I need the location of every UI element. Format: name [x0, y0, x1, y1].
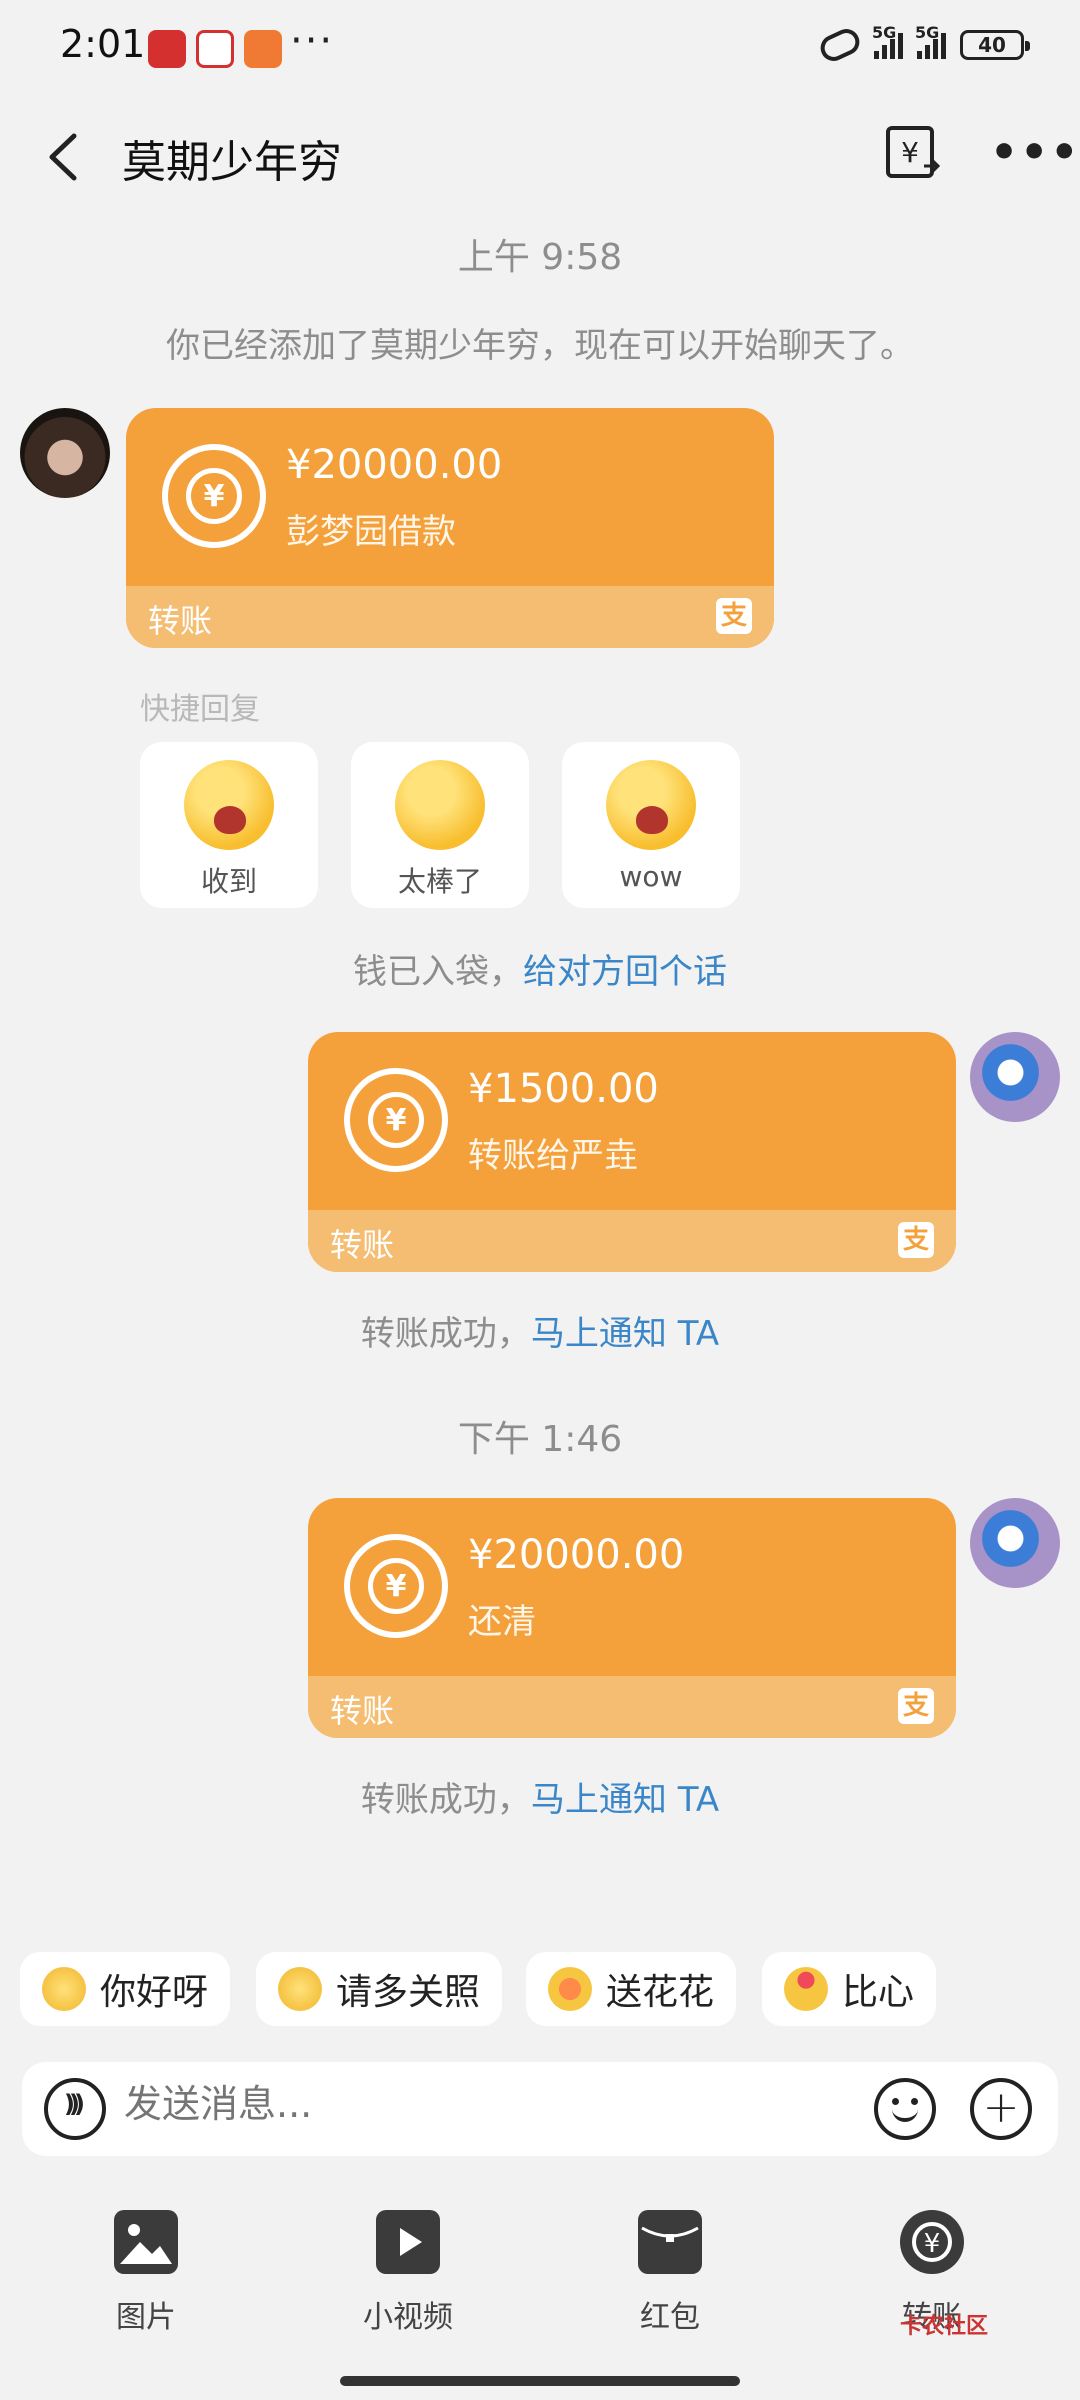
transfer-amount: ¥20000.00	[286, 442, 503, 488]
svg-text:¥: ¥	[924, 2229, 941, 2259]
quick-reply-title: 快捷回复	[140, 692, 260, 727]
quick-reply-label: 太棒了	[397, 865, 482, 898]
battery-icon: 40	[960, 30, 1030, 60]
chat-title: 莫期少年穷	[122, 137, 342, 188]
notify-link[interactable]: 马上通知 TA	[531, 1780, 719, 1820]
chip-label: 你好呀	[100, 1972, 209, 2013]
signal-icon: 5G	[872, 23, 903, 59]
more-options-icon[interactable]: •••	[990, 131, 1080, 175]
chip-label: 送花花	[606, 1972, 715, 2013]
image-icon	[114, 2210, 178, 2274]
receipt-note: 钱已入袋，给对方回个话	[0, 944, 1080, 993]
tool-video[interactable]: 小视频	[318, 2210, 498, 2335]
finger-heart-icon	[784, 1967, 828, 2011]
transfer-card-sent[interactable]: ¥ ¥20000.00 还清 转账 支	[308, 1498, 956, 1738]
more-notifications-icon: ···	[290, 18, 335, 64]
chip-label: 比心	[842, 1972, 915, 2013]
my-avatar[interactable]	[970, 1032, 1060, 1122]
back-icon[interactable]	[44, 132, 84, 182]
tool-label: 图片	[116, 2300, 176, 2335]
quick-reply-label: wow	[619, 860, 683, 893]
voice-icon[interactable]	[44, 2078, 106, 2140]
receipt-text: 转账成功，	[360, 1780, 531, 1820]
receipt-note: 转账成功，马上通知 TA	[0, 1772, 1080, 1821]
transfer-note: 彭梦园借款	[286, 512, 456, 552]
notify-link[interactable]: 马上通知 TA	[531, 1314, 719, 1354]
transfer-card-sent[interactable]: ¥ ¥1500.00 转账给严垚 转账 支	[308, 1032, 956, 1272]
shouting-emoji-icon	[184, 760, 274, 850]
transfer-card-received[interactable]: ¥ ¥20000.00 彭梦园借款 转账 支	[126, 408, 774, 648]
plus-icon[interactable]: +	[970, 2078, 1032, 2140]
network-type-label-2: 5G	[915, 23, 940, 42]
status-time: 2:01	[60, 22, 146, 66]
tool-label: 红包	[640, 2300, 700, 2335]
transfer-icon: ¥	[900, 2210, 964, 2274]
my-avatar[interactable]	[970, 1498, 1060, 1588]
tool-red-packet[interactable]: 红包	[580, 2210, 760, 2335]
chat-header: 莫期少年穷 ¥ •••	[0, 110, 1080, 200]
svg-text:¥: ¥	[901, 136, 919, 169]
home-indicator[interactable]	[340, 2376, 740, 2386]
flower-icon	[548, 1967, 592, 2011]
reply-link[interactable]: 给对方回个话	[523, 952, 727, 992]
transfer-icon: ¥	[344, 1068, 448, 1172]
status-bar: 2:01 ··· 5G 5G 40	[0, 0, 1080, 96]
quick-reply-great[interactable]: 太棒了	[351, 742, 529, 908]
receipt-note: 转账成功，马上通知 TA	[0, 1306, 1080, 1355]
chip-label: 请多关照	[336, 1972, 481, 2013]
transfer-amount: ¥1500.00	[468, 1066, 659, 1112]
message-input[interactable]	[124, 2082, 724, 2126]
timestamp: 上午 9:58	[457, 237, 623, 278]
surprised-emoji-icon	[606, 760, 696, 850]
quick-reply-wow[interactable]: wow	[562, 742, 740, 908]
hugging-emoji-icon	[278, 1967, 322, 2011]
video-icon	[376, 2210, 440, 2274]
transfer-record-icon[interactable]: ¥	[884, 124, 942, 182]
alipay-icon: 支	[898, 1688, 934, 1724]
transfer-label: 转账	[330, 1226, 395, 1264]
receipt-text: 钱已入袋，	[353, 952, 523, 992]
quick-reply-label: 收到	[200, 865, 257, 898]
chip-please-care[interactable]: 请多关照	[256, 1952, 503, 2026]
transfer-amount: ¥20000.00	[468, 1532, 685, 1578]
network-type-label: 5G	[872, 23, 897, 42]
contact-avatar[interactable]	[20, 408, 110, 498]
thinking-emoji-icon	[42, 1967, 86, 2011]
transfer-label: 转账	[148, 602, 213, 640]
system-note: 你已经添加了莫期少年穷，现在可以开始聊天了。	[166, 326, 914, 366]
chip-hello[interactable]: 你好呀	[20, 1952, 231, 2026]
app-notification-icon-2	[244, 30, 282, 68]
alipay-icon: 支	[898, 1222, 934, 1258]
quick-reply-received[interactable]: 收到	[140, 742, 318, 908]
emoji-icon[interactable]	[874, 2078, 936, 2140]
red-packet-icon	[638, 2210, 702, 2274]
bank-notification-icon	[196, 30, 234, 68]
alipay-icon: 支	[716, 598, 752, 634]
link-icon	[816, 24, 864, 66]
chip-heart[interactable]: 比心	[762, 1952, 937, 2026]
transfer-note: 还清	[468, 1602, 536, 1642]
tool-label: 小视频	[363, 2300, 453, 2335]
message-input-bar: +	[22, 2062, 1058, 2156]
clapping-emoji-icon	[395, 760, 485, 850]
chip-send-flower[interactable]: 送花花	[526, 1952, 737, 2026]
signal-icon-2: 5G	[915, 23, 946, 59]
transfer-icon: ¥	[162, 444, 266, 548]
app-notification-icon	[148, 30, 186, 68]
receipt-text: 转账成功，	[360, 1314, 531, 1354]
timestamp: 下午 1:46	[457, 1419, 623, 1460]
status-right-group: 5G 5G 40	[816, 23, 1030, 66]
watermark: 卡农社区	[900, 2314, 989, 2339]
transfer-note: 转账给严垚	[468, 1136, 638, 1176]
tool-image[interactable]: 图片	[56, 2210, 236, 2335]
transfer-label: 转账	[330, 1692, 395, 1730]
transfer-icon: ¥	[344, 1534, 448, 1638]
